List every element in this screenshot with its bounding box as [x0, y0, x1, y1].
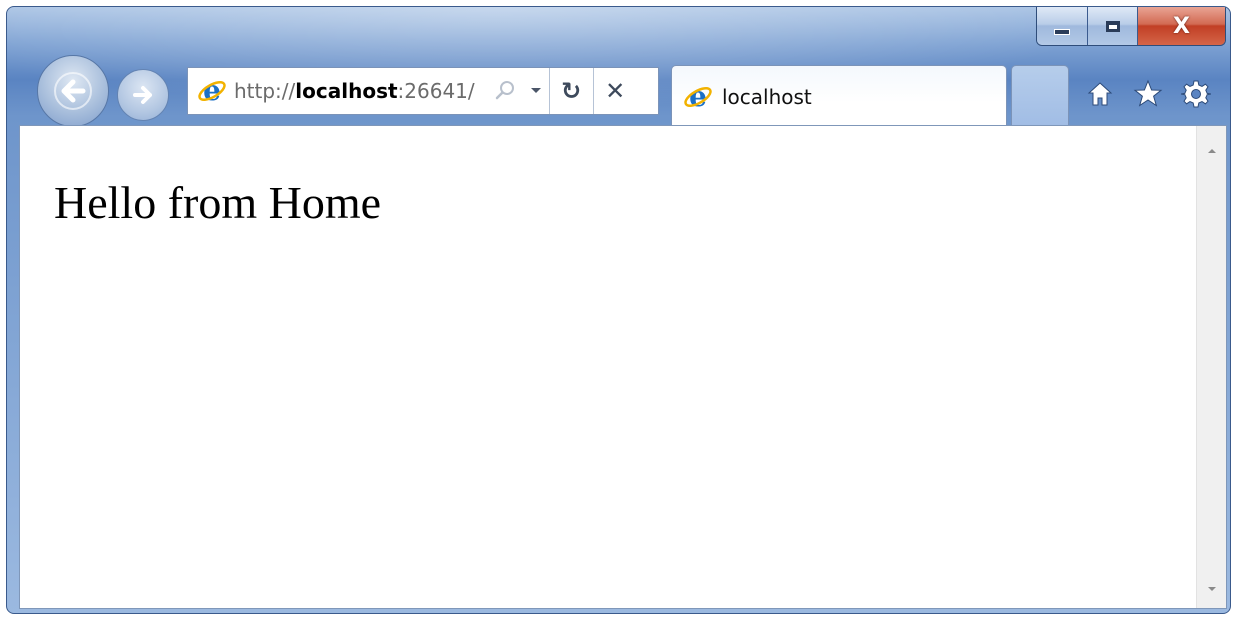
tab-title: localhost: [722, 84, 812, 109]
url-host: localhost: [295, 79, 398, 103]
browser-window: X e http://localhost:26641/ ↻ ✕ e localh…: [6, 6, 1231, 614]
forward-arrow-icon: [133, 86, 152, 104]
url-prefix: http://: [234, 79, 296, 103]
scroll-up-button[interactable]: [1197, 136, 1227, 166]
tab-localhost[interactable]: e localhost: [671, 65, 1007, 127]
back-arrow-icon: [54, 72, 92, 110]
close-button[interactable]: X: [1137, 7, 1225, 45]
search-icon: [495, 81, 514, 100]
favorites-button[interactable]: [1131, 77, 1165, 111]
svg-text:e: e: [203, 76, 221, 106]
search-button[interactable]: [487, 68, 523, 114]
address-bar[interactable]: e http://localhost:26641/ ↻ ✕: [187, 67, 659, 115]
minimize-button[interactable]: [1037, 7, 1087, 45]
url-suffix: :26641/: [397, 79, 475, 103]
scroll-up-arrow-icon: [1208, 149, 1216, 153]
svg-text:e: e: [689, 82, 707, 112]
scroll-down-arrow-icon: [1208, 587, 1216, 591]
vertical-scrollbar[interactable]: [1196, 126, 1226, 608]
back-button[interactable]: [37, 55, 109, 127]
settings-button[interactable]: [1179, 77, 1213, 111]
maximize-button[interactable]: [1087, 7, 1137, 45]
window-caption-buttons: X: [1036, 7, 1226, 46]
refresh-button[interactable]: ↻: [548, 68, 593, 114]
dropdown-arrow-icon: [530, 88, 541, 93]
scroll-down-button[interactable]: [1197, 574, 1227, 604]
stop-button[interactable]: ✕: [592, 68, 637, 114]
new-tab-button[interactable]: [1011, 65, 1069, 125]
home-button[interactable]: [1083, 77, 1117, 111]
refresh-icon: ↻: [561, 77, 582, 105]
address-dropdown-button[interactable]: [523, 68, 549, 114]
ie-logo-icon: e: [196, 75, 228, 107]
forward-button[interactable]: [117, 69, 169, 121]
close-icon: X: [1173, 13, 1190, 39]
home-icon: [1087, 82, 1113, 106]
minimize-icon: [1054, 29, 1070, 35]
settings-gear-icon: [1181, 80, 1211, 108]
page-heading: Hello from Home: [54, 177, 382, 228]
maximize-icon: [1105, 20, 1120, 32]
page-viewport: Hello from Home: [19, 125, 1227, 609]
url-text[interactable]: http://localhost:26641/: [234, 79, 475, 103]
favorites-star-icon: [1133, 79, 1163, 107]
ie-logo-icon: e: [682, 81, 714, 113]
stop-icon: ✕: [605, 77, 626, 105]
